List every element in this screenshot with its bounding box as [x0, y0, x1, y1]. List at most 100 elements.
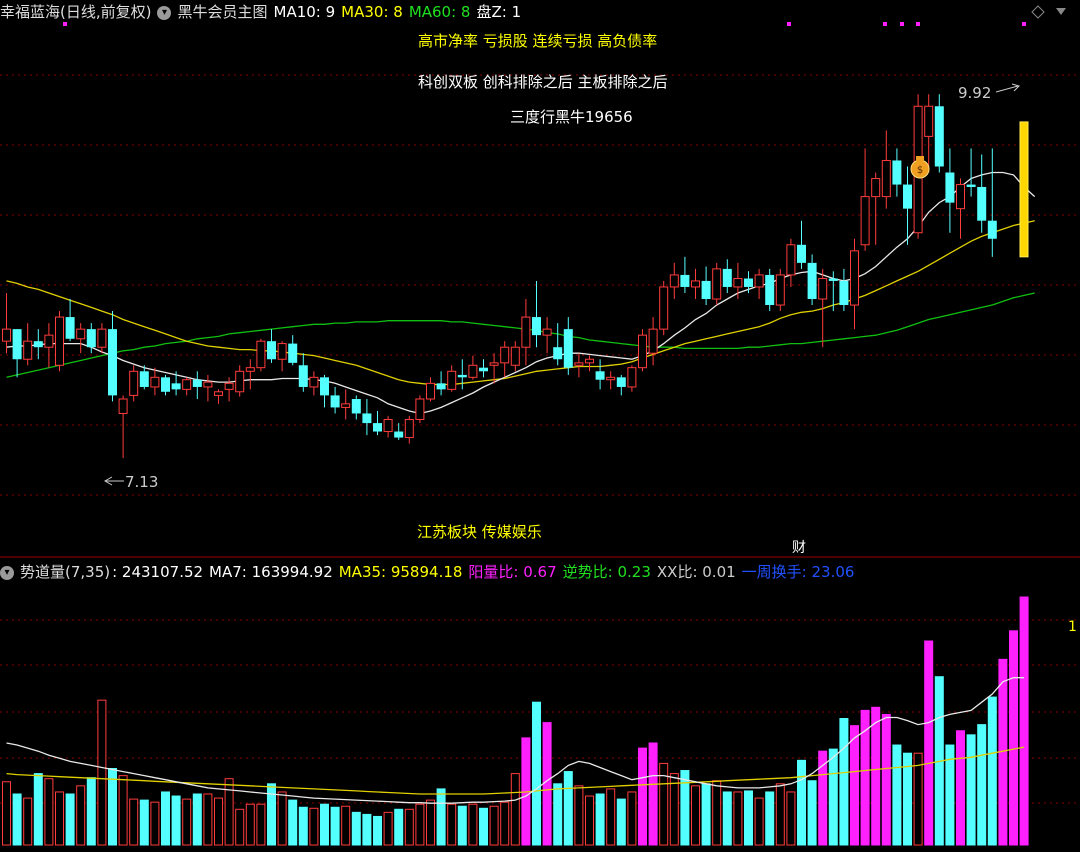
xx-ratio: XX比: 0.01 — [656, 563, 736, 581]
vol-title[interactable]: 势道量(7,35) — [20, 563, 110, 581]
candle-body — [510, 346, 520, 366]
ma10-value: MA10: 9 — [273, 3, 336, 21]
nishi-ratio: 逆势比: 0.23 — [562, 563, 651, 581]
candle — [786, 238, 796, 287]
candle-body — [521, 316, 531, 348]
volume-bar — [956, 730, 965, 846]
candle — [383, 415, 393, 438]
volume-bar — [691, 785, 700, 846]
candle — [97, 323, 107, 354]
volume-bar — [256, 803, 266, 846]
stock-title: 幸福蓝海(日线,前复权) — [0, 3, 152, 21]
candle — [214, 389, 223, 404]
candle — [351, 395, 361, 420]
volume-bar — [457, 805, 467, 846]
candle — [563, 317, 573, 375]
candle-body — [203, 381, 213, 388]
vol-ma35: MA35: 95894.18 — [338, 563, 463, 581]
volume-bar — [235, 808, 245, 846]
candle — [966, 148, 976, 197]
volume-bar — [1019, 596, 1029, 846]
candle — [659, 280, 669, 336]
candle — [860, 148, 870, 251]
chevron-down-icon[interactable]: ▾ — [157, 5, 172, 20]
volume-bar — [648, 742, 658, 846]
volume-bar — [828, 748, 838, 846]
indicator-name[interactable]: 黑牛会员主图 — [177, 3, 267, 21]
volume-bar — [415, 803, 425, 846]
candle — [436, 371, 446, 396]
candle — [807, 254, 817, 306]
candle-body — [722, 268, 732, 287]
candle-body — [966, 184, 976, 187]
volume-axis-label: 1 — [1068, 619, 1077, 635]
candle-body — [2, 328, 11, 342]
volume-bar — [129, 798, 139, 846]
fundamental-tags: 高市净率 亏损股 连续亏损 高负债率 — [418, 32, 658, 50]
candle-body — [956, 184, 965, 210]
volume-bar — [786, 791, 796, 846]
candle — [775, 268, 785, 312]
candle-body — [12, 329, 22, 360]
volume-bar — [680, 770, 690, 846]
vol-ma7: MA7: 163994.92 — [209, 563, 333, 581]
candle — [330, 386, 340, 414]
candle — [447, 365, 457, 392]
candle — [691, 268, 700, 300]
candle — [500, 341, 510, 378]
volume-bar — [627, 791, 637, 846]
candle-body — [924, 105, 934, 137]
volume-bar — [351, 811, 361, 846]
candle-body — [404, 418, 414, 439]
volume-bar — [192, 793, 202, 846]
candle — [415, 395, 425, 424]
candle — [754, 268, 764, 300]
candle-body — [309, 376, 319, 388]
moving-average-lines — [6, 171, 1036, 415]
candle-body — [436, 383, 446, 390]
candle — [288, 335, 298, 366]
candle — [722, 259, 732, 293]
volume-bar — [775, 783, 785, 846]
candle-body — [447, 370, 457, 390]
volume-bar — [214, 797, 223, 846]
candle-body — [881, 159, 891, 198]
candle-body — [320, 377, 329, 396]
volume-bar — [669, 773, 679, 846]
candle-body — [659, 286, 669, 330]
candle-body — [415, 398, 425, 420]
candle-body — [775, 274, 785, 306]
candle — [44, 323, 54, 368]
candle-body — [86, 329, 96, 348]
candle — [733, 262, 743, 300]
candle-body — [850, 250, 859, 306]
volume-bar — [373, 815, 382, 846]
candle-body — [33, 341, 43, 348]
volume-bar — [468, 803, 478, 846]
candle-body — [288, 343, 298, 363]
volume-bar — [765, 791, 775, 846]
volume-bar — [171, 795, 181, 846]
diamond-icon[interactable] — [1031, 5, 1045, 19]
candle — [881, 130, 891, 209]
candle-body — [712, 268, 722, 300]
volume-bar — [341, 805, 351, 846]
volume-bar — [553, 783, 563, 846]
window-control-icon[interactable] — [1056, 8, 1066, 15]
candle — [277, 341, 287, 372]
volume-bar — [426, 799, 435, 846]
finance-marker[interactable]: 财 — [792, 537, 806, 557]
candle — [2, 292, 11, 354]
volume-bar — [203, 793, 213, 846]
candle-body — [457, 374, 467, 378]
candle-body — [553, 347, 563, 360]
candle-body — [245, 367, 255, 372]
volume-bar — [33, 773, 43, 846]
chevron-down-icon[interactable]: ▾ — [0, 565, 14, 580]
candle — [892, 148, 902, 197]
candle-body — [701, 280, 711, 300]
candle — [33, 329, 43, 360]
candle-body — [744, 278, 753, 287]
candle-body — [267, 341, 276, 360]
candle — [616, 374, 626, 396]
